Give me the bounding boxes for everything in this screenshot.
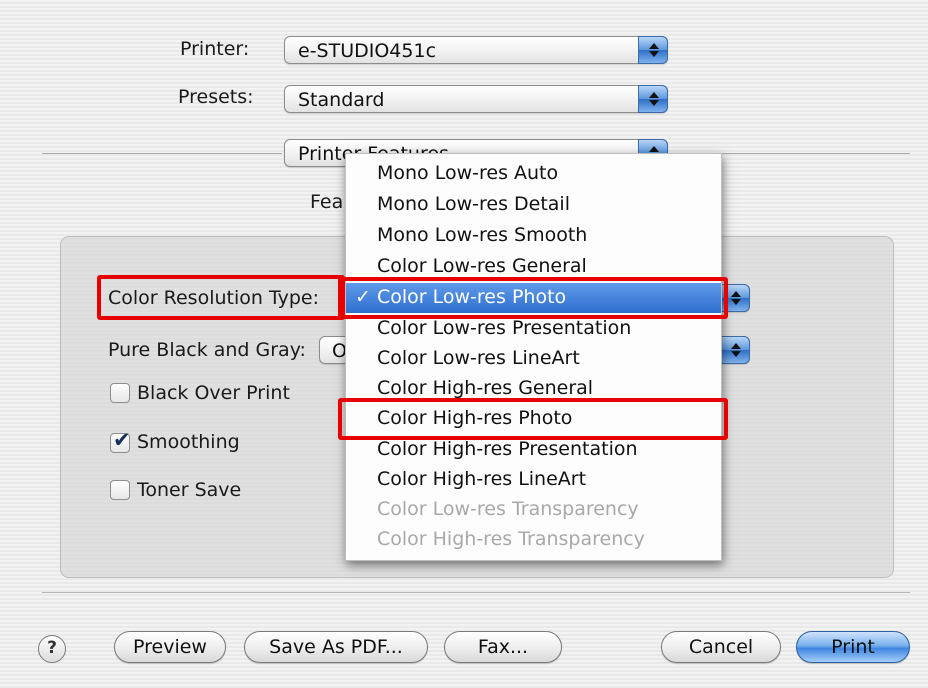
menu-item-color-highres-lineart[interactable]: Color High-res LineArt xyxy=(346,465,721,495)
toner-save-checkbox[interactable] xyxy=(110,480,130,500)
save-as-pdf-button[interactable]: Save As PDF... xyxy=(244,631,428,663)
cancel-button[interactable]: Cancel xyxy=(661,631,781,663)
popup-arrows-icon xyxy=(638,85,668,113)
preview-button[interactable]: Preview xyxy=(114,631,226,663)
menu-item-color-highres-transparency: Color High-res Transparency xyxy=(377,528,645,550)
highlight-selected-item xyxy=(338,277,728,319)
popup-arrows-icon xyxy=(720,336,750,364)
black-over-print-checkbox[interactable] xyxy=(110,383,130,403)
pure-black-label: Pure Black and Gray: xyxy=(108,339,306,361)
printer-popup[interactable]: e-STUDIO451c xyxy=(284,36,668,64)
presets-value: Standard xyxy=(298,89,385,111)
printer-label: Printer: xyxy=(180,38,250,60)
bottom-separator xyxy=(42,592,910,593)
smoothing-label: Smoothing xyxy=(137,431,240,453)
smoothing-checkbox[interactable] xyxy=(110,428,131,453)
help-icon[interactable]: ? xyxy=(38,635,66,663)
menu-item-mono-lowres-smooth[interactable]: Mono Low-res Smooth xyxy=(346,221,721,251)
popup-arrows-icon xyxy=(638,36,668,64)
menu-item-color-lowres-transparency: Color Low-res Transparency xyxy=(377,498,639,520)
toner-save-label: Toner Save xyxy=(137,479,242,501)
black-over-print-label: Black Over Print xyxy=(137,382,290,404)
printer-value: e-STUDIO451c xyxy=(298,40,437,62)
highlight-color-resolution-label xyxy=(97,275,345,320)
separator-left xyxy=(42,153,282,154)
presets-popup[interactable]: Standard xyxy=(284,85,668,113)
feature-sets-label: Fea xyxy=(310,191,344,213)
presets-label: Presets: xyxy=(178,86,254,108)
fax-button[interactable]: Fax... xyxy=(444,631,562,663)
color-resolution-menu: Mono Low-res Auto Mono Low-res Detail Mo… xyxy=(345,153,722,561)
highlight-highres-photo xyxy=(338,398,728,440)
print-button[interactable]: Print xyxy=(796,631,910,663)
menu-item-mono-lowres-auto[interactable]: Mono Low-res Auto xyxy=(346,159,721,189)
menu-item-color-lowres-lineart[interactable]: Color Low-res LineArt xyxy=(346,344,721,374)
menu-item-mono-lowres-detail[interactable]: Mono Low-res Detail xyxy=(346,190,721,220)
